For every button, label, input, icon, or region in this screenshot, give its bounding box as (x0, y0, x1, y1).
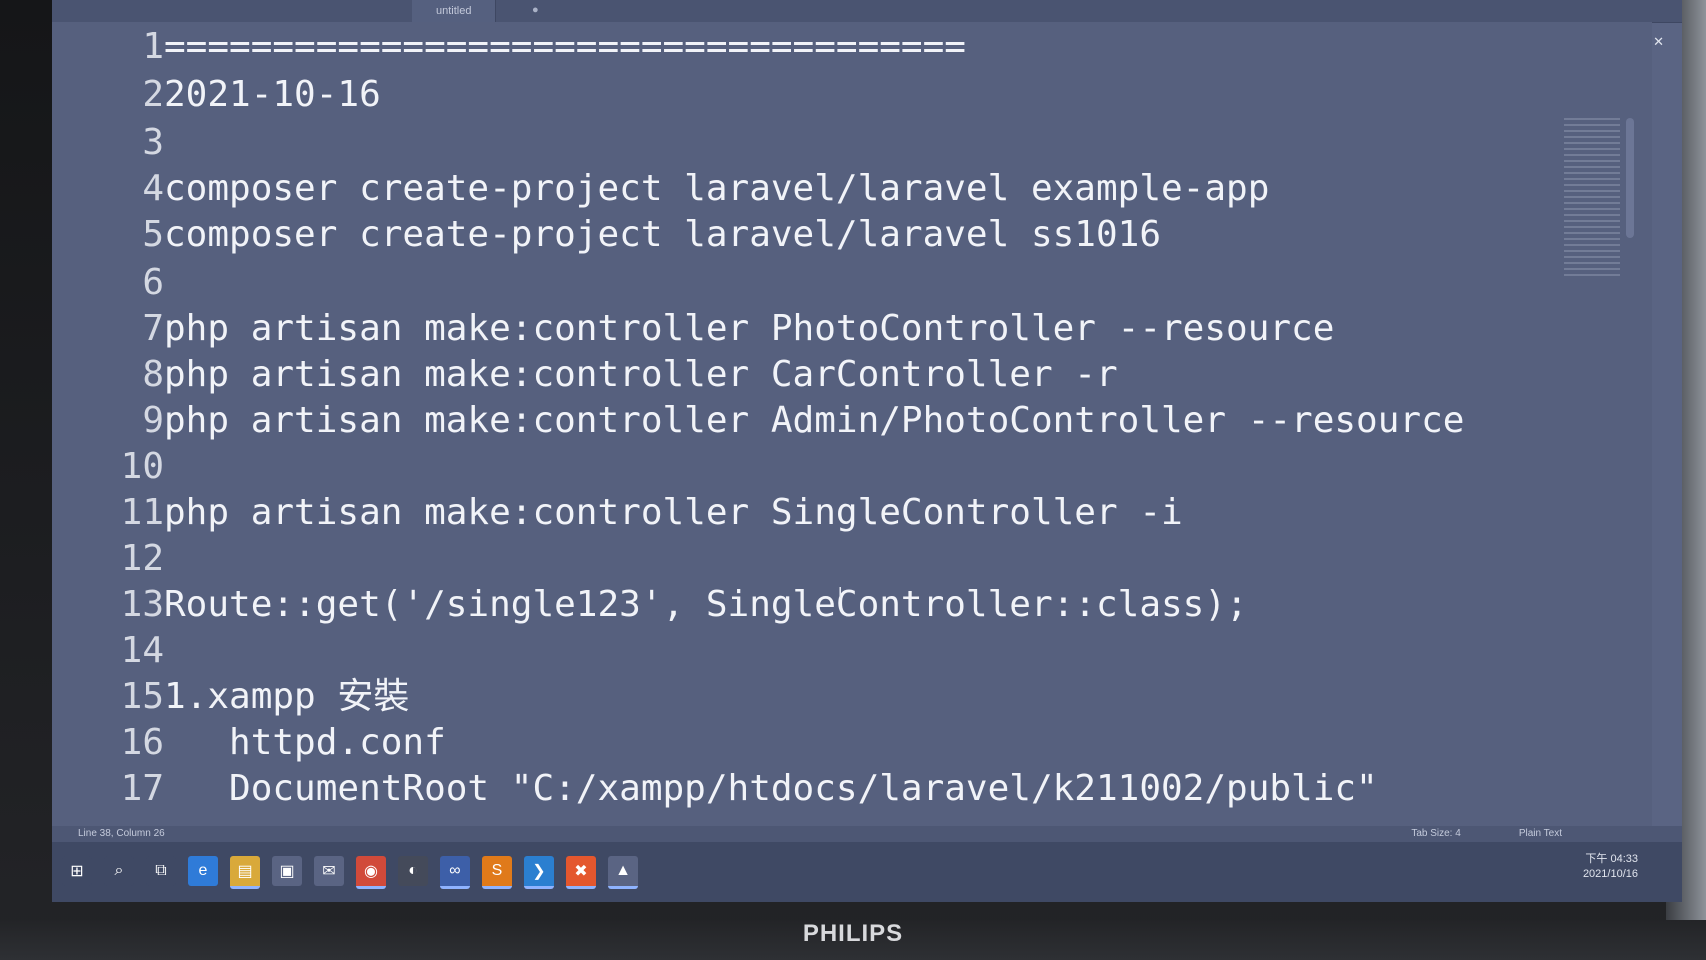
tab-label: untitled (436, 5, 472, 17)
taskbar: ⊞ ⌕ ⧉ e ▤ ▣ ✉ ◉ ◐ ∞ S ❯ ✖ ▲ 下午 04:33 2021/10/16 (52, 842, 1682, 902)
status-bar: Line 38, Column 26 Tab Size: 4 Plain Tex… (52, 826, 1682, 842)
code-line[interactable]: 1 ===================================== (52, 22, 1592, 72)
line-number: 12 (120, 538, 164, 579)
line-number: 17 (120, 768, 164, 809)
line-number: 13 (120, 584, 164, 625)
monitor-logo: PHILIPS (802, 920, 904, 947)
app-icon[interactable]: ◐ (398, 856, 428, 886)
syntax-mode[interactable]: Plain Text (1519, 826, 1562, 842)
line-text: ===================================== (164, 26, 966, 67)
line-text: Route::get('/single123', SingleControlle… (164, 584, 1248, 625)
code-line[interactable]: 13 Route::get('/single123', SingleControl… (52, 580, 1592, 630)
line-number: 6 (142, 262, 164, 303)
mail-icon[interactable]: ✉ (314, 856, 344, 886)
app-icon-2[interactable]: ∞ (440, 856, 470, 889)
code-line[interactable]: 14 (52, 626, 1592, 676)
vscode-icon[interactable]: ❯ (524, 856, 554, 889)
line-number: 10 (120, 446, 164, 487)
line-number: 16 (120, 722, 164, 763)
code-line[interactable]: 10 (52, 442, 1592, 492)
line-text: 1.xampp 安裝 (164, 676, 410, 717)
file-explorer-icon[interactable]: ▤ (230, 856, 260, 889)
code-line[interactable]: 17 DocumentRoot "C:/xampp/htdocs/laravel… (52, 764, 1592, 814)
code-line[interactable]: 4 composer create-project laravel/laravel… (52, 164, 1592, 214)
line-number: 14 (120, 630, 164, 671)
line-number: 5 (142, 214, 164, 255)
code-line[interactable]: 11 php artisan make:controller SingleCont… (52, 488, 1592, 538)
code-line[interactable]: 9 php artisan make:controller Admin/Photo… (52, 396, 1592, 446)
cursor-position[interactable]: Line 38, Column 26 (78, 826, 165, 842)
sublime-text-icon[interactable]: S (482, 856, 512, 889)
tab-size[interactable]: Tab Size: 4 (1411, 826, 1460, 842)
vertical-scrollbar[interactable] (1626, 118, 1634, 238)
tab-untitled[interactable]: untitled (412, 0, 497, 22)
clock-date: 2021/10/16 (1582, 868, 1638, 880)
code-line[interactable]: 16 httpd.conf (52, 718, 1592, 768)
task-view-icon[interactable]: ⧉ (146, 856, 176, 886)
line-text: php artisan make:controller Admin/PhotoC… (164, 400, 1465, 441)
chrome-icon[interactable]: ◉ (356, 856, 386, 889)
line-number: 7 (142, 308, 164, 349)
close-button[interactable]: ✕ (1653, 34, 1664, 50)
line-text: php artisan make:controller CarControlle… (164, 354, 1118, 395)
line-text: 2021-10-16 (164, 74, 381, 115)
line-number: 15 (120, 676, 164, 717)
line-number: 9 (142, 400, 164, 441)
line-number: 2 (142, 74, 164, 115)
code-line[interactable]: 3 (52, 118, 1592, 168)
line-number: 4 (142, 168, 164, 209)
line-number: 1 (142, 26, 164, 67)
code-line[interactable]: 7 php artisan make:controller PhotoContro… (52, 304, 1592, 354)
title-bar: untitled ● (52, 0, 1682, 23)
search-icon[interactable]: ⌕ (104, 856, 134, 886)
line-number: 8 (142, 354, 164, 395)
edge-icon[interactable]: e (188, 856, 218, 886)
line-text: DocumentRoot "C:/xampp/htdocs/laravel/k2… (164, 768, 1378, 809)
code-line[interactable]: 2 2021-10-16 (52, 70, 1592, 120)
system-clock[interactable]: 下午 04:33 2021/10/16 (1583, 852, 1638, 882)
line-number: 11 (120, 492, 164, 533)
code-line[interactable]: 6 (52, 258, 1592, 308)
code-line[interactable]: 15 1.xampp 安裝 (52, 672, 1592, 722)
tab-modified-icon[interactable]: ● (532, 4, 539, 16)
taskbar-icons: ⊞ ⌕ ⧉ e ▤ ▣ ✉ ◉ ◐ ∞ S ❯ ✖ ▲ (62, 856, 638, 889)
line-text: httpd.conf (164, 722, 446, 763)
minimap[interactable] (1564, 118, 1620, 278)
store-icon[interactable]: ▣ (272, 856, 302, 886)
mouse-cursor-icon: I (838, 585, 843, 602)
line-text: php artisan make:controller PhotoControl… (164, 308, 1335, 349)
clock-time: 下午 04:33 (1585, 853, 1638, 865)
code-line[interactable]: 12 (52, 534, 1592, 584)
photos-icon[interactable]: ▲ (608, 856, 638, 889)
editor-pane[interactable]: 1 ===================================== 2 2… (52, 22, 1652, 826)
code-line[interactable]: 5 composer create-project laravel/laravel… (52, 210, 1592, 260)
screen: untitled ● – □ ✕ 1======================… (52, 0, 1682, 902)
line-text: composer create-project laravel/laravel … (164, 214, 1161, 255)
xampp-icon[interactable]: ✖ (566, 856, 596, 889)
line-text: composer create-project laravel/laravel … (164, 168, 1270, 209)
line-text: php artisan make:controller SingleContro… (164, 492, 1183, 533)
code-line[interactable]: 8 php artisan make:controller CarControll… (52, 350, 1592, 400)
windows-start-icon[interactable]: ⊞ (62, 856, 92, 886)
line-number: 3 (142, 122, 164, 163)
